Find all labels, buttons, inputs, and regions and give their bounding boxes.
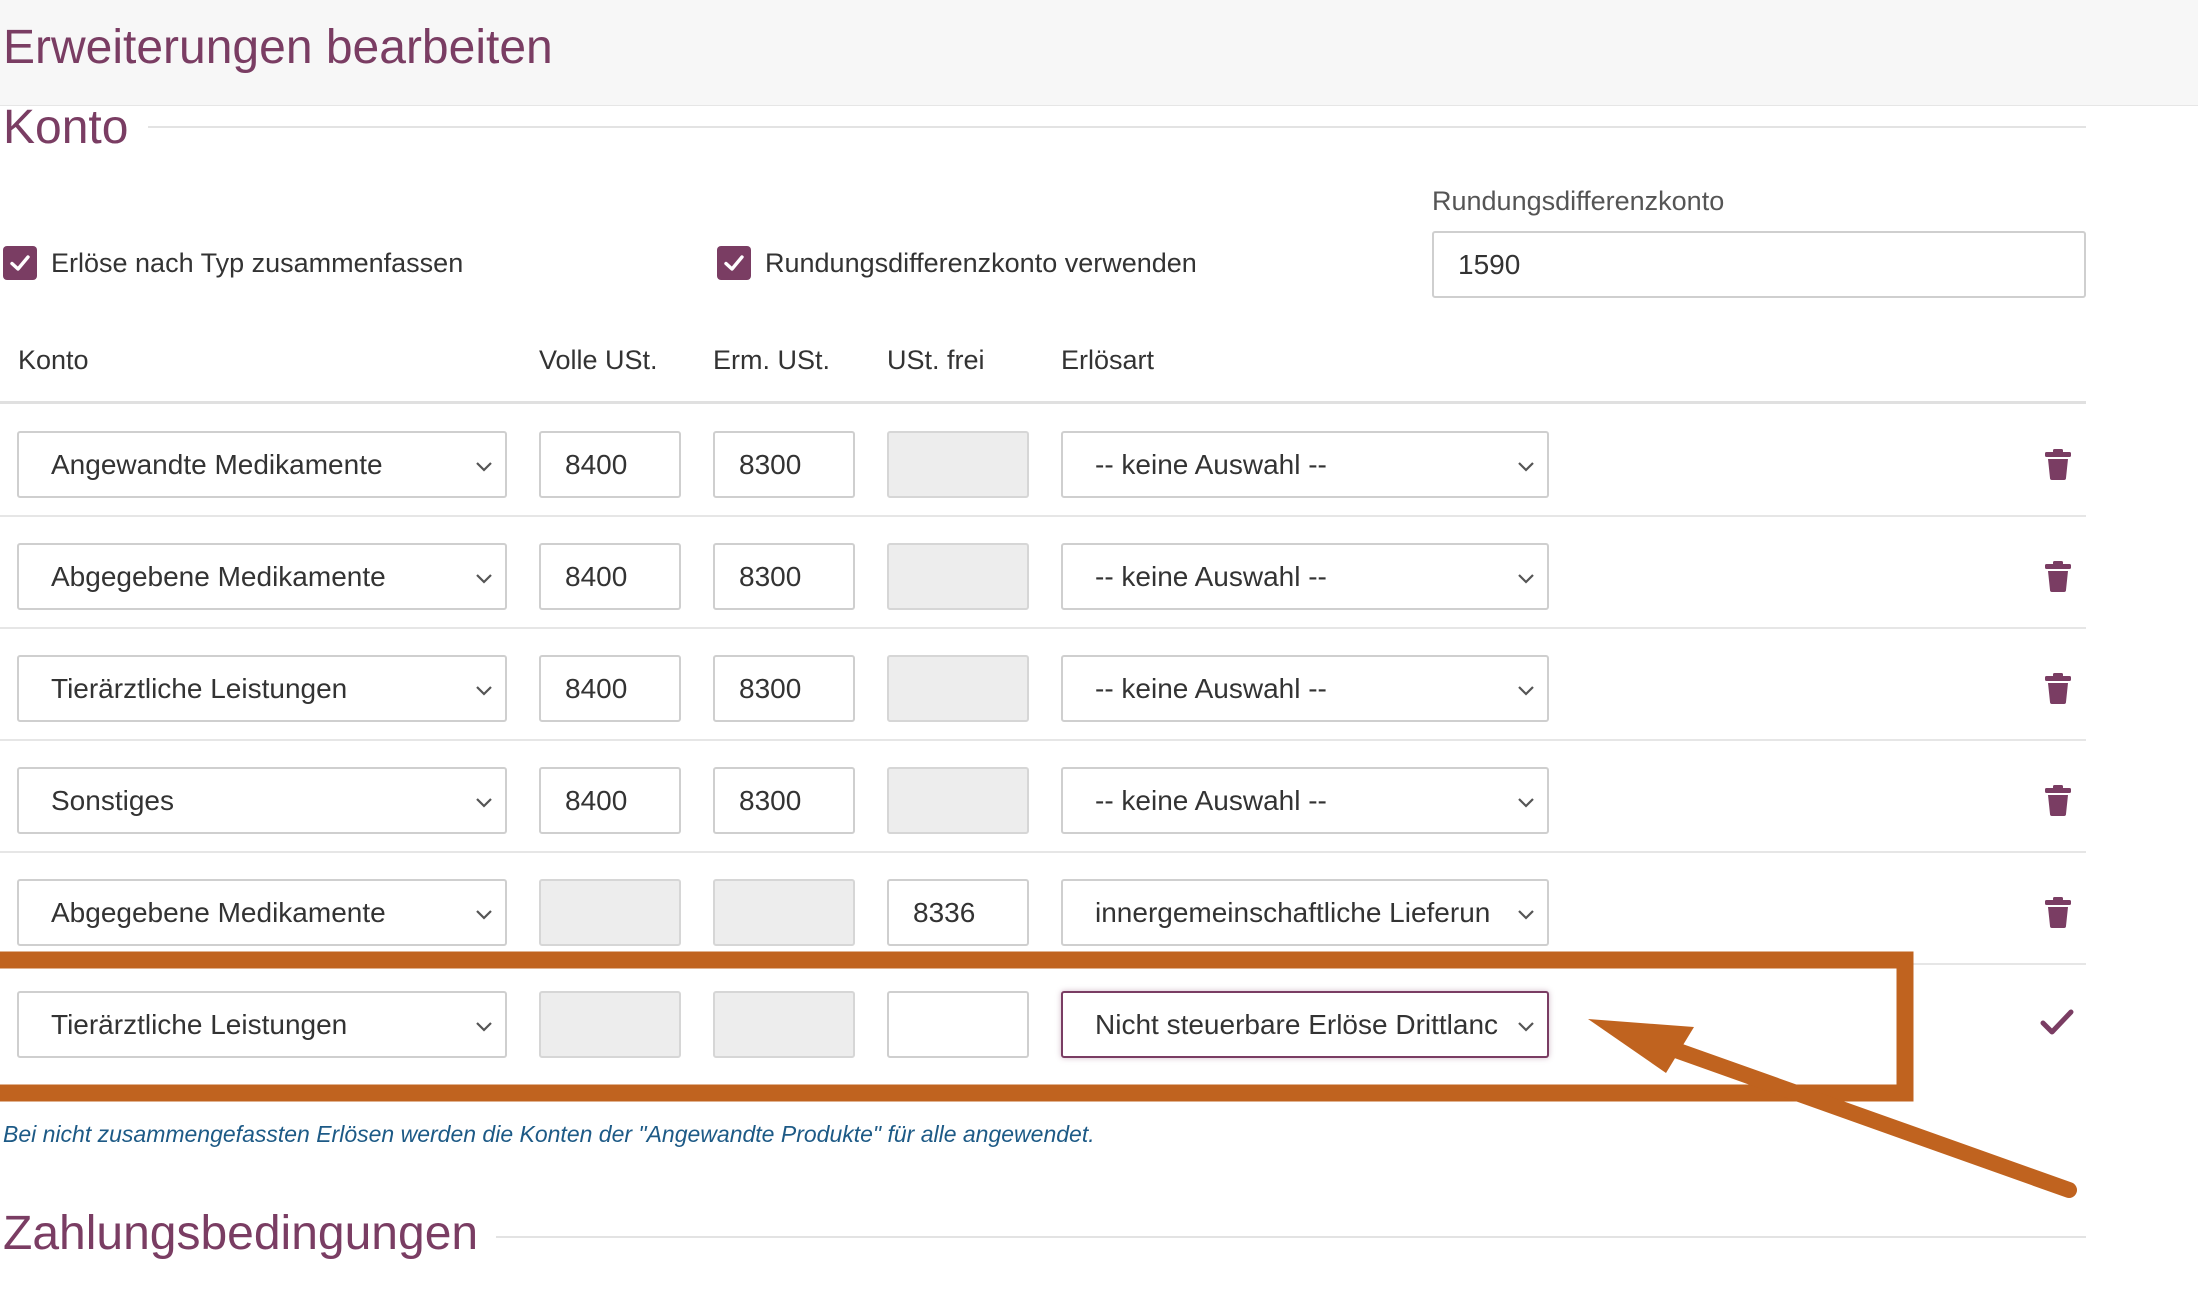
arrow-annotation [0, 951, 2077, 1198]
annotation-arrow-shaft [1662, 1040, 2077, 1198]
annotation-arrow-head [1588, 1019, 1694, 1073]
